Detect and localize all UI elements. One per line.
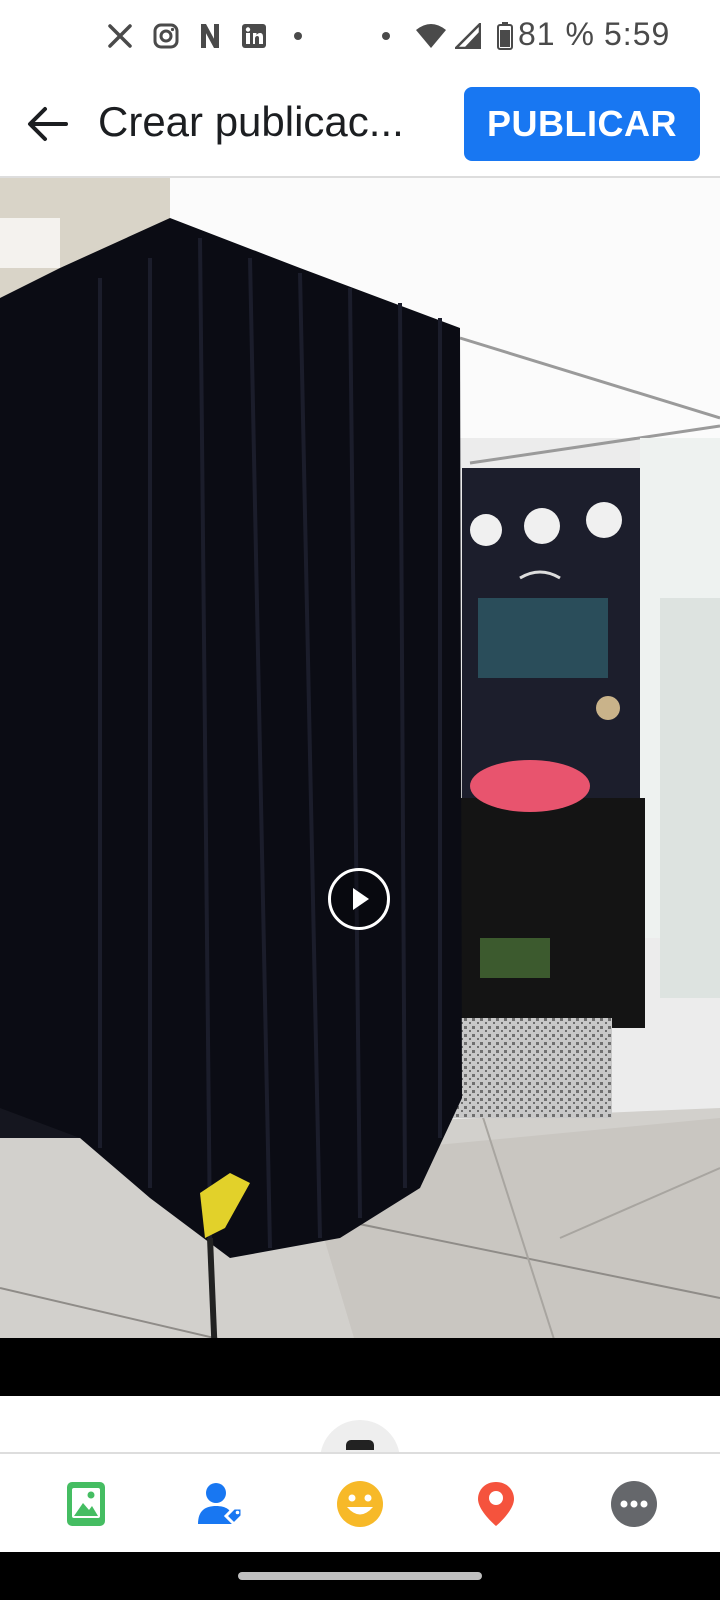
linkedin-icon (240, 22, 268, 50)
photo-icon (67, 1482, 105, 1526)
tag-people-button[interactable] (194, 1478, 246, 1530)
more-icon (611, 1481, 657, 1527)
status-bar: 81 % 5:59 (0, 0, 720, 72)
location-pin-icon (478, 1482, 514, 1526)
battery-icon (496, 22, 514, 50)
dot-icon (380, 22, 392, 50)
back-arrow-icon (28, 107, 68, 141)
system-nav-bar (0, 1552, 720, 1600)
feeling-activity-button[interactable] (334, 1478, 386, 1530)
signal-icon (454, 22, 482, 50)
sheet-handle-icon (346, 1440, 374, 1450)
smiley-icon (337, 1481, 383, 1527)
check-in-button[interactable] (470, 1478, 522, 1530)
clock: 5:59 (604, 16, 671, 52)
photo-video-button[interactable] (60, 1478, 112, 1530)
video-preview[interactable]: E EX ENTO (0, 178, 720, 1396)
wifi-icon (414, 22, 448, 50)
video-thumbnail: E EX ENTO (0, 178, 720, 1396)
dot-icon (292, 22, 304, 50)
tag-people-icon (198, 1483, 244, 1527)
app-bar: Crear publicac... PUBLICAR (0, 72, 720, 178)
netflix-icon (198, 22, 222, 50)
play-icon (353, 888, 369, 910)
battery-level: 81 % (518, 16, 595, 52)
home-gesture-handle[interactable] (238, 1572, 482, 1580)
composer-toolbar (0, 1452, 720, 1554)
instagram-icon (152, 22, 180, 50)
page-title: Crear publicac... (98, 98, 404, 145)
back-button[interactable] (18, 94, 78, 154)
play-button[interactable] (328, 868, 390, 930)
x-icon (106, 22, 134, 50)
publish-button[interactable]: PUBLICAR (464, 87, 700, 161)
more-options-button[interactable] (608, 1478, 660, 1530)
